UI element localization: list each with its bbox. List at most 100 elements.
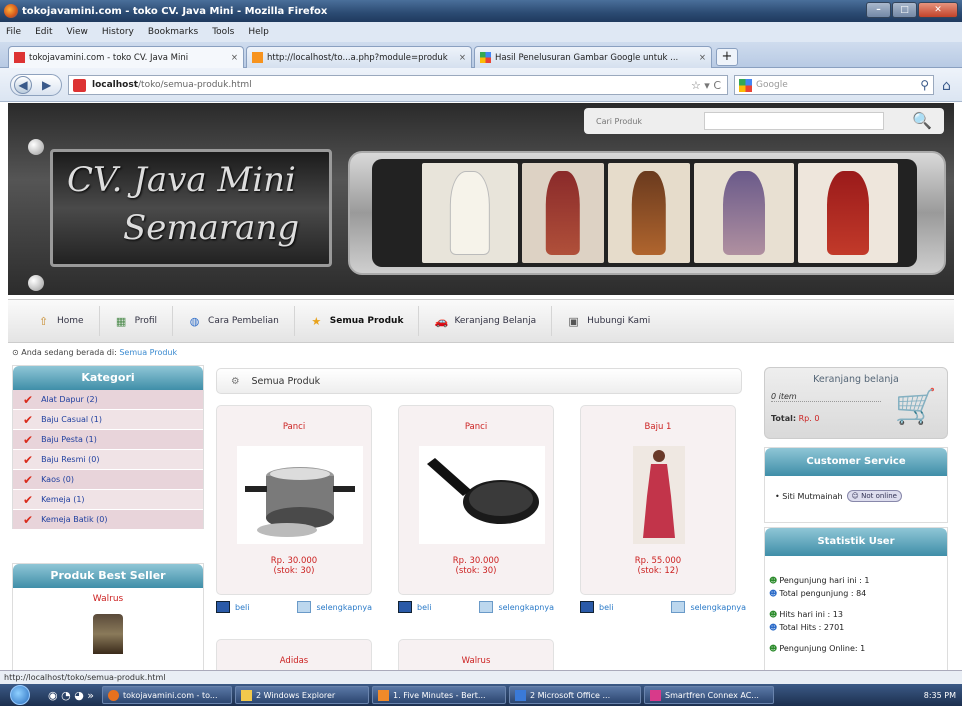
taskbar-office[interactable]: 2 Microsoft Office ... [509,686,642,704]
tab-label: http://localhost/to...a.php?module=produ… [267,52,448,63]
nav-profil[interactable]: ▦ Profil [100,306,174,336]
product-price: Rp. 55.000 [634,556,682,566]
product-image-pot[interactable] [237,446,363,544]
nav-hubungi-kami[interactable]: ▣ Hubungi Kami [552,306,665,336]
nav-label: Hubungi Kami [587,316,651,326]
bullet-icon: • [775,491,783,501]
quick-launch-icon[interactable]: ◉ ◔ ◕ » [48,689,94,702]
product-name[interactable]: Panci [399,422,553,432]
minimize-button[interactable]: – [866,2,891,18]
site-logo[interactable]: CV. Java Mini Semarang [50,149,332,267]
product-actions: beli selengkapnya [580,597,746,617]
menu-help[interactable]: Help [248,27,269,37]
nav-cara-pembelian[interactable]: ◍ Cara Pembelian [173,306,295,336]
forward-button[interactable]: ▶ [42,78,51,92]
buy-button[interactable]: beli [216,601,249,613]
product-image-dress[interactable] [633,446,685,544]
page-content: Cari Produk 🔍 CV. Java Mini Semarang ⇧ Ho… [8,103,954,670]
buy-button[interactable]: beli [398,601,431,613]
address-bar[interactable]: localhost /toko/semua-produk.html ☆ ▾ C [68,75,728,95]
tab-label: tokojavamini.com - toko CV. Java Mini [29,52,189,63]
taskbar-firefox[interactable]: tokojavamini.com - to... [102,686,233,704]
search-icon[interactable]: ⚲ [920,78,929,92]
best-seller-item-image[interactable] [93,614,123,654]
detail-icon [479,601,494,613]
gear-icon: ⚙ [231,375,240,387]
stat-text: Total pengunjung : 84 [779,589,867,598]
customer-service-title: Customer Service [765,448,947,476]
detail-button[interactable]: selengkapnya [671,601,746,613]
product-image-pan[interactable] [419,446,545,544]
detail-icon [297,601,312,613]
magnifier-icon[interactable]: 🔍 [912,111,932,130]
best-seller-item-name[interactable]: Walrus [13,594,203,604]
detail-label: selengkapnya [498,602,554,612]
taskbar-explorer[interactable]: 2 Windows Explorer [235,686,370,704]
product-name[interactable]: Panci [217,422,371,432]
dress-icon [643,450,675,538]
kategori-item[interactable]: ✔ Baju Resmi (0) [13,450,203,470]
kategori-item[interactable]: ✔ Kemeja Batik (0) [13,510,203,530]
detail-button[interactable]: selengkapnya [479,601,554,613]
checkmark-icon: ✔ [23,492,34,507]
tab-close-icon[interactable]: × [693,53,706,63]
kategori-item[interactable]: ✔ Baju Casual (1) [13,410,203,430]
firefox-icon [4,4,18,18]
taskbar-label: 2 Windows Explorer [256,690,336,700]
bolt-icon [28,275,44,291]
product-name[interactable]: Adidas [217,656,371,666]
product-name[interactable]: Baju 1 [581,422,735,432]
tab-google-images[interactable]: Hasil Penelusuran Gambar Google untuk ..… [474,46,712,68]
product-name[interactable]: Walrus [399,656,553,666]
close-window-button[interactable]: ✕ [918,2,958,18]
tab-localhost-produk[interactable]: http://localhost/to...a.php?module=produ… [246,46,472,68]
cart-total-value: Rp. 0 [798,414,820,423]
menu-edit[interactable]: Edit [35,27,52,37]
site-search-input[interactable] [704,112,884,130]
tab-tokojavamini[interactable]: tokojavamini.com - toko CV. Java Mini × [8,46,244,68]
breadcrumb: ⊙ Anda sedang berada di: Semua Produk [12,348,177,357]
cart-total-label: Total: [771,414,797,423]
stat-text: Total Hits : 2701 [779,623,845,632]
home-icon[interactable]: ⌂ [942,78,951,94]
nav-semua-produk[interactable]: ★ Semua Produk [295,306,420,336]
shopping-cart-icon[interactable]: 🛒 [895,390,937,424]
buy-label: beli [417,602,432,612]
new-tab-button[interactable]: + [716,48,738,66]
product-card: Baju 1 Rp. 55.000 (stok: 12) [580,405,736,595]
buy-button[interactable]: beli [580,601,613,613]
kategori-item[interactable]: ✔ Alat Dapur (2) [13,390,203,410]
nav-home[interactable]: ⇧ Home [22,306,100,336]
menu-bookmarks[interactable]: Bookmarks [148,27,198,37]
taskbar-label: Smartfren Connex AC... [665,690,759,700]
menu-history[interactable]: History [102,27,134,37]
breadcrumb-current-link[interactable]: Semua Produk [119,348,177,357]
menu-file[interactable]: File [6,27,21,37]
car-icon: 🚗 [434,314,449,328]
kategori-item[interactable]: ✔ Kemeja (1) [13,490,203,510]
maximize-button[interactable]: □ [892,2,917,18]
kategori-item[interactable]: ✔ Kaos (0) [13,470,203,490]
tab-close-icon[interactable]: × [453,53,466,63]
kategori-label: Kemeja (1) [41,495,85,504]
menu-tools[interactable]: Tools [212,27,234,37]
windows-logo-icon [10,685,30,705]
banner-photo-red-batik [522,163,604,263]
bookmark-star-icon[interactable]: ☆ ▾ C [691,79,721,92]
banner-photos [372,159,917,267]
nav-keranjang-belanja[interactable]: 🚗 Keranjang Belanja [419,306,553,336]
product-price: Rp. 30.000 [452,556,500,566]
back-button[interactable]: ◀ [14,76,32,94]
messenger-status-badge[interactable]: ☺ Not online [846,490,902,502]
menu-view[interactable]: View [67,27,88,37]
browser-search-box[interactable]: Google ⚲ [734,75,934,95]
kategori-item[interactable]: ✔ Baju Pesta (1) [13,430,203,450]
detail-button[interactable]: selengkapnya [297,601,372,613]
taskbar-smartfren[interactable]: Smartfren Connex AC... [644,686,775,704]
checkmark-icon: ✔ [23,412,34,427]
window-controls: – □ ✕ [866,2,958,18]
taskbar-media[interactable]: 1. Five Minutes - Bert... [372,686,507,704]
start-button[interactable] [0,684,40,706]
profile-icon: ▦ [115,314,127,328]
tab-close-icon[interactable]: × [225,53,238,63]
